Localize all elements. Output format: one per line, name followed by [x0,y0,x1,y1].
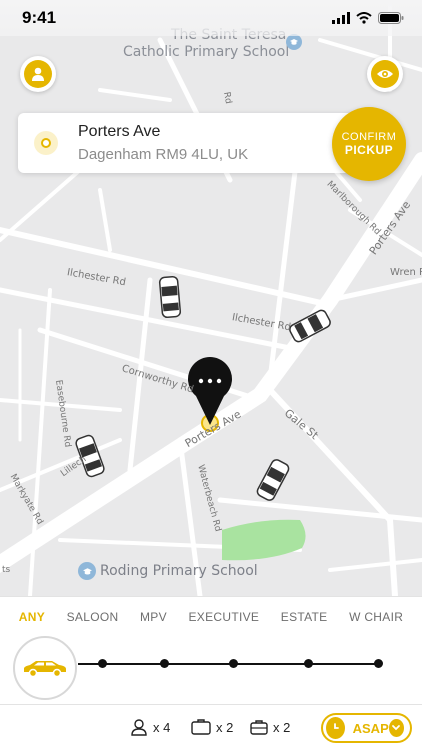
person-icon [131,719,147,736]
slider-stop[interactable] [160,659,169,668]
tab-executive[interactable]: EXECUTIVE [189,610,260,624]
view-toggle-button[interactable] [367,56,403,92]
street-label-wren: Wren R [390,267,422,278]
slider-stop[interactable] [98,659,107,668]
poi-school-roding: Roding Primary School [100,563,258,579]
slider-stop[interactable] [304,659,313,668]
status-icons [332,12,404,24]
school-poi-icon [286,34,302,50]
battery-icon [378,12,404,24]
pickup-time-label: ASAP [352,720,389,736]
bags-count: x 2 [216,719,234,735]
pickup-street: Porters Ave [78,123,161,140]
bags-option[interactable]: x 2 [191,718,233,736]
street-label-rd-top: Rd [221,91,234,105]
tab-saloon[interactable]: SALOON [67,610,119,624]
confirm-label: CONFIRM [341,131,397,143]
briefcase-icon [250,720,268,735]
pickup-label: PICKUP [344,143,394,157]
clock-icon [326,717,345,739]
user-icon [32,67,44,81]
eye-icon [377,70,393,78]
slider-stop[interactable] [229,659,238,668]
pickup-location-icon [34,131,58,155]
passengers-option[interactable]: x 4 [130,718,170,736]
hand-luggage-count: x 2 [273,719,291,735]
vehicle-type-tabs: ANY SALOON MPV EXECUTIVE ESTATE W CHAIR [0,596,422,636]
status-bar: 9:41 [0,0,422,36]
tab-w-chair[interactable]: W CHAIR [349,610,403,624]
passengers-count: x 4 [153,719,171,735]
poi-school-saint-teresa-line2: Catholic Primary School [123,44,290,60]
street-label-ts: ts [2,565,11,575]
suitcase-icon [191,719,211,735]
vehicle-slider [0,636,422,704]
map-view[interactable]: Porters Ave Porters Ave Ilchester Rd Ilc… [0,0,422,596]
car-icon [24,661,66,677]
pickup-postcode: Dagenham RM9 4LU, UK [78,146,249,163]
app-screen: Porters Ave Porters Ave Ilchester Rd Ilc… [0,0,422,750]
tab-estate[interactable]: ESTATE [281,610,328,624]
tab-any[interactable]: ANY [19,610,45,624]
pickup-time-selector[interactable]: ASAP [321,713,412,743]
wifi-icon [356,12,372,24]
chevron-down-icon [388,719,404,737]
confirm-pickup-button[interactable]: CONFIRM PICKUP [332,107,406,181]
hand-luggage-option[interactable]: x 2 [250,718,290,736]
tab-mpv[interactable]: MPV [140,610,167,624]
slider-stop[interactable] [374,659,383,668]
status-time: 9:41 [22,8,57,27]
school-poi-icon [78,562,96,580]
profile-button[interactable] [20,56,56,92]
slider-handle[interactable] [13,636,77,700]
signal-icon [332,12,350,24]
